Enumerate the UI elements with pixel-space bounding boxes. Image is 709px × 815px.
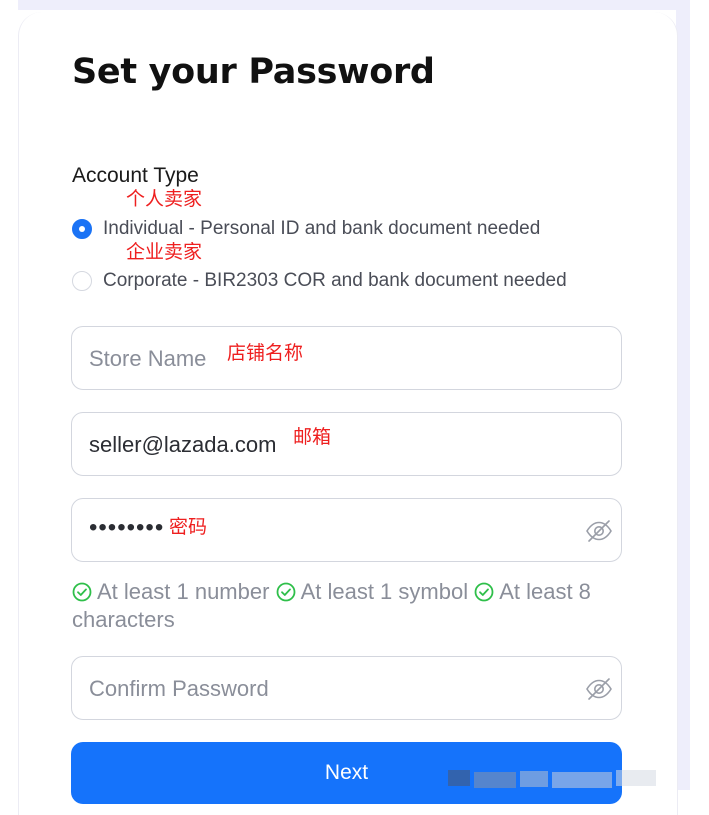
page-backdrop-right [676,0,690,790]
requirement-number: At least 1 number [72,579,269,604]
password-input[interactable]: •••••••• [71,498,622,562]
requirement-number-text: At least 1 number [97,579,270,604]
confirm-password-input[interactable]: Confirm Password [71,656,622,720]
radio-corporate[interactable] [72,271,92,291]
page-margin [0,0,18,815]
confirm-password-placeholder: Confirm Password [89,676,269,701]
annotation-email: 邮箱 [293,427,332,448]
eye-slash-icon[interactable] [585,675,613,703]
eye-slash-icon[interactable] [585,517,613,545]
store-name-input[interactable]: Store Name [71,326,622,390]
page-title: Set your Password [72,52,435,92]
check-circle-icon [276,582,295,602]
check-circle-icon [72,582,92,602]
radio-individual[interactable] [72,219,92,239]
password-value: •••••••• [89,514,165,541]
requirement-symbol-text: At least 1 symbol [300,579,469,604]
annotation-store-name: 店铺名称 [227,343,304,364]
radio-corporate-label[interactable]: Corporate - BIR2303 COR and bank documen… [103,269,567,293]
email-input[interactable]: seller@lazada.com [71,412,622,476]
annotation-individual: 个人卖家 [126,189,203,210]
store-name-placeholder: Store Name [89,346,207,371]
radio-individual-label[interactable]: Individual - Personal ID and bank docume… [103,217,540,241]
account-type-label: Account Type [72,164,199,187]
annotation-password: 密码 [169,517,208,538]
annotation-corporate: 企业卖家 [126,242,203,263]
page-backdrop-top [18,0,690,10]
check-circle-icon [474,582,494,602]
requirement-symbol: At least 1 symbol [276,579,469,604]
email-value: seller@lazada.com [89,432,277,457]
password-requirements: At least 1 number At least 1 symbol At l… [72,578,622,634]
watermark-blur [448,766,688,790]
